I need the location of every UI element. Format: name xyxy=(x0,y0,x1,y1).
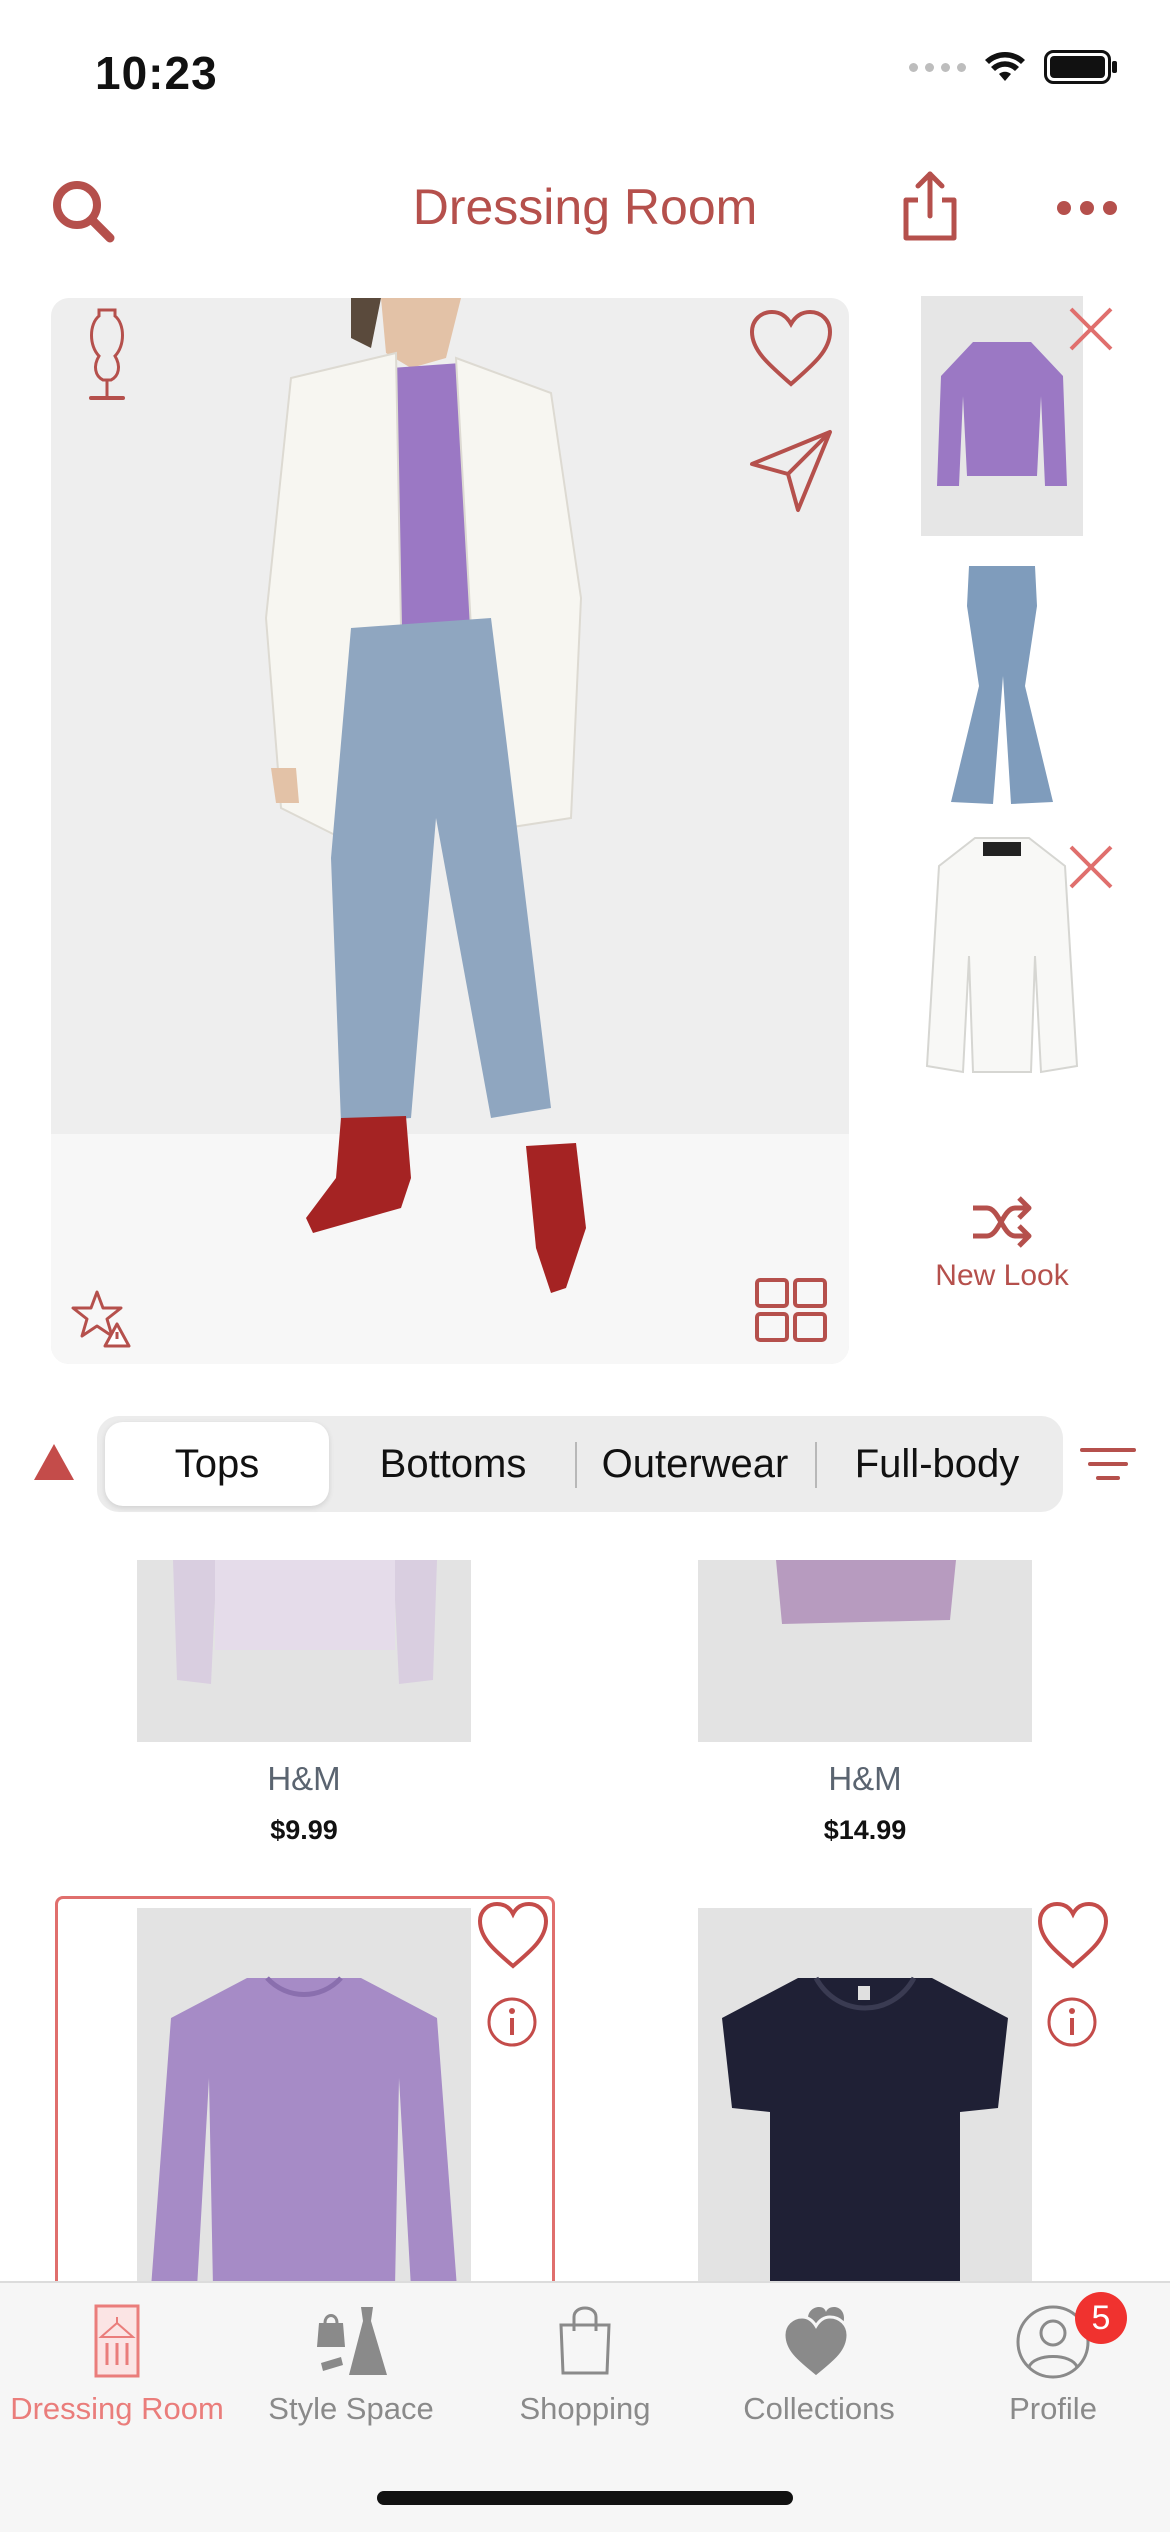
product-image[interactable] xyxy=(137,1908,471,2288)
product-image[interactable] xyxy=(698,1908,1032,2288)
page-title: Dressing Room xyxy=(412,179,758,235)
favorite-look-icon[interactable] xyxy=(748,308,834,388)
shuffle-icon xyxy=(973,1196,1032,1248)
purple-sweatshirt-image xyxy=(151,1976,457,2288)
segment-divider xyxy=(815,1442,817,1488)
tab-profile[interactable]: Profile xyxy=(936,2283,1170,2463)
segment-divider xyxy=(575,1442,577,1488)
tab-label: Collections xyxy=(743,2391,895,2426)
category-segmented-control: Tops Bottoms Outerwear Full-body xyxy=(97,1416,1063,1512)
tab-outerwear[interactable]: Outerwear xyxy=(579,1422,811,1506)
model-figure xyxy=(264,298,586,1293)
collections-hearts-icon xyxy=(782,2307,850,2379)
mannequin-icon[interactable] xyxy=(81,306,133,406)
status-icons xyxy=(909,50,1118,84)
outfit-bottom-thumbnail[interactable] xyxy=(921,560,1083,810)
more-options-icon[interactable] xyxy=(1056,200,1118,216)
purple-sweatshirt-image xyxy=(937,342,1067,486)
product-image[interactable] xyxy=(698,1560,1032,1742)
outfit-top-thumbnail[interactable] xyxy=(921,296,1083,536)
home-indicator[interactable] xyxy=(377,2491,793,2505)
product-price: $14.99 xyxy=(823,1815,907,1845)
send-look-icon[interactable] xyxy=(748,428,834,514)
share-icon[interactable] xyxy=(898,170,962,242)
tab-bottoms[interactable]: Bottoms xyxy=(337,1422,569,1506)
metallic-top-image xyxy=(776,1560,956,1624)
grid-view-icon[interactable] xyxy=(755,1278,827,1342)
tab-full-body[interactable]: Full-body xyxy=(819,1422,1055,1506)
white-blazer-image xyxy=(925,837,1079,1074)
favorite-product-icon[interactable] xyxy=(476,1900,550,1970)
new-look-label: New Look xyxy=(935,1259,1069,1292)
tab-style-space[interactable]: Style Space xyxy=(234,2283,468,2463)
flare-jeans-image xyxy=(951,566,1053,804)
info-icon[interactable] xyxy=(1046,1996,1098,2048)
favorite-product-icon[interactable] xyxy=(1036,1900,1110,1970)
rating-star-icon[interactable] xyxy=(71,1288,133,1350)
info-icon[interactable] xyxy=(486,1996,538,2048)
style-space-icon xyxy=(317,2307,387,2375)
lilac-crop-top-image xyxy=(173,1560,437,1684)
tab-label: Style Space xyxy=(268,2391,434,2426)
tab-label: Profile xyxy=(1009,2391,1097,2426)
filter-icon[interactable] xyxy=(1080,1446,1136,1482)
try-on-canvas[interactable] xyxy=(51,298,849,1364)
new-look-button[interactable]: New Look xyxy=(920,1196,1084,1293)
dressing-room-icon xyxy=(94,2304,140,2378)
tab-label: Dressing Room xyxy=(10,2391,224,2426)
tab-tops[interactable]: Tops xyxy=(105,1422,329,1506)
wifi-icon xyxy=(985,52,1025,81)
product-brand: H&M xyxy=(828,1760,902,1797)
outfit-outerwear-thumbnail[interactable] xyxy=(921,834,1083,1078)
tab-dressing-room[interactable]: Dressing Room xyxy=(0,2283,234,2463)
product-price: $9.99 xyxy=(270,1815,338,1845)
product-brand: H&M xyxy=(267,1760,341,1797)
remove-outerwear-icon[interactable] xyxy=(1066,842,1116,892)
product-image[interactable] xyxy=(137,1560,471,1742)
navy-tshirt-image xyxy=(722,1976,1008,2288)
status-time: 10:23 xyxy=(95,47,218,99)
shopping-bag-icon xyxy=(559,2306,611,2375)
remove-top-icon[interactable] xyxy=(1066,304,1116,354)
tab-collections[interactable]: Collections xyxy=(702,2283,936,2463)
battery-icon xyxy=(1044,50,1117,84)
cellular-signal-icon xyxy=(909,62,966,72)
collapse-triangle-icon[interactable] xyxy=(32,1440,76,1484)
profile-notification-badge: 5 xyxy=(1075,2292,1127,2344)
tab-label: Shopping xyxy=(519,2391,651,2426)
tab-shopping[interactable]: Shopping xyxy=(468,2283,702,2463)
